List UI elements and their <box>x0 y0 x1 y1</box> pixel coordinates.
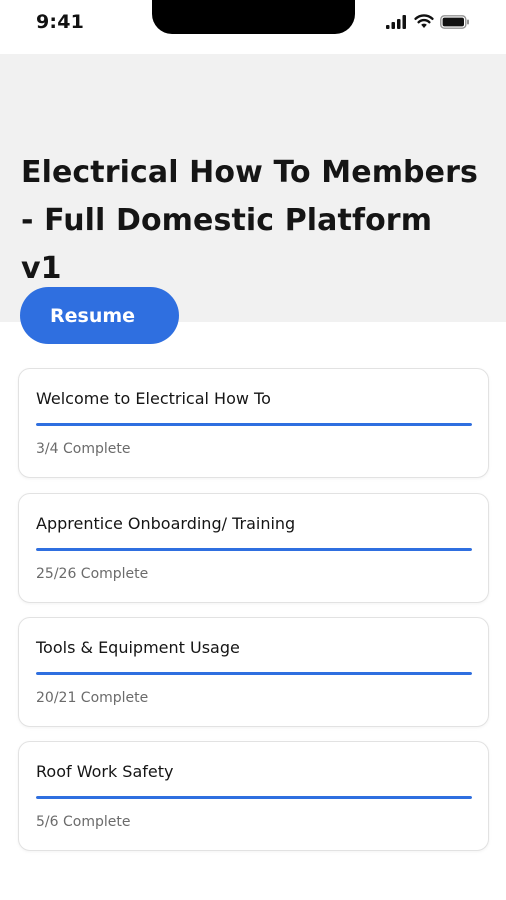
status-bar: 9:41 <box>0 0 506 54</box>
cellular-signal-icon <box>386 14 408 29</box>
module-card[interactable]: Welcome to Electrical How To 3/4 Complet… <box>18 368 489 478</box>
progress-bar <box>36 548 472 551</box>
module-status: 3/4 Complete <box>36 441 131 457</box>
resume-button[interactable]: Resume <box>20 287 179 344</box>
module-card[interactable]: Tools & Equipment Usage 20/21 Complete <box>18 617 489 727</box>
module-title: Tools & Equipment Usage <box>36 638 240 657</box>
page-title: Electrical How To Members - Full Domesti… <box>21 155 478 286</box>
module-card[interactable]: Apprentice Onboarding/ Training 25/26 Co… <box>18 493 489 603</box>
progress-fill <box>36 423 472 426</box>
wifi-icon <box>414 14 434 29</box>
progress-fill <box>36 548 472 551</box>
status-icons <box>386 14 470 29</box>
module-title: Roof Work Safety <box>36 762 174 781</box>
module-status: 20/21 Complete <box>36 690 149 706</box>
battery-icon <box>440 14 470 29</box>
module-title: Welcome to Electrical How To <box>36 389 271 408</box>
module-card[interactable]: Roof Work Safety 5/6 Complete <box>18 741 489 851</box>
progress-fill <box>36 796 472 799</box>
progress-bar <box>36 423 472 426</box>
module-title: Apprentice Onboarding/ Training <box>36 514 296 533</box>
status-time: 9:41 <box>36 11 85 33</box>
progress-bar <box>36 672 472 675</box>
progress-bar <box>36 796 472 799</box>
progress-fill <box>36 672 472 675</box>
device-notch <box>152 0 355 34</box>
module-status: 25/26 Complete <box>36 566 149 582</box>
module-status: 5/6 Complete <box>36 814 131 830</box>
